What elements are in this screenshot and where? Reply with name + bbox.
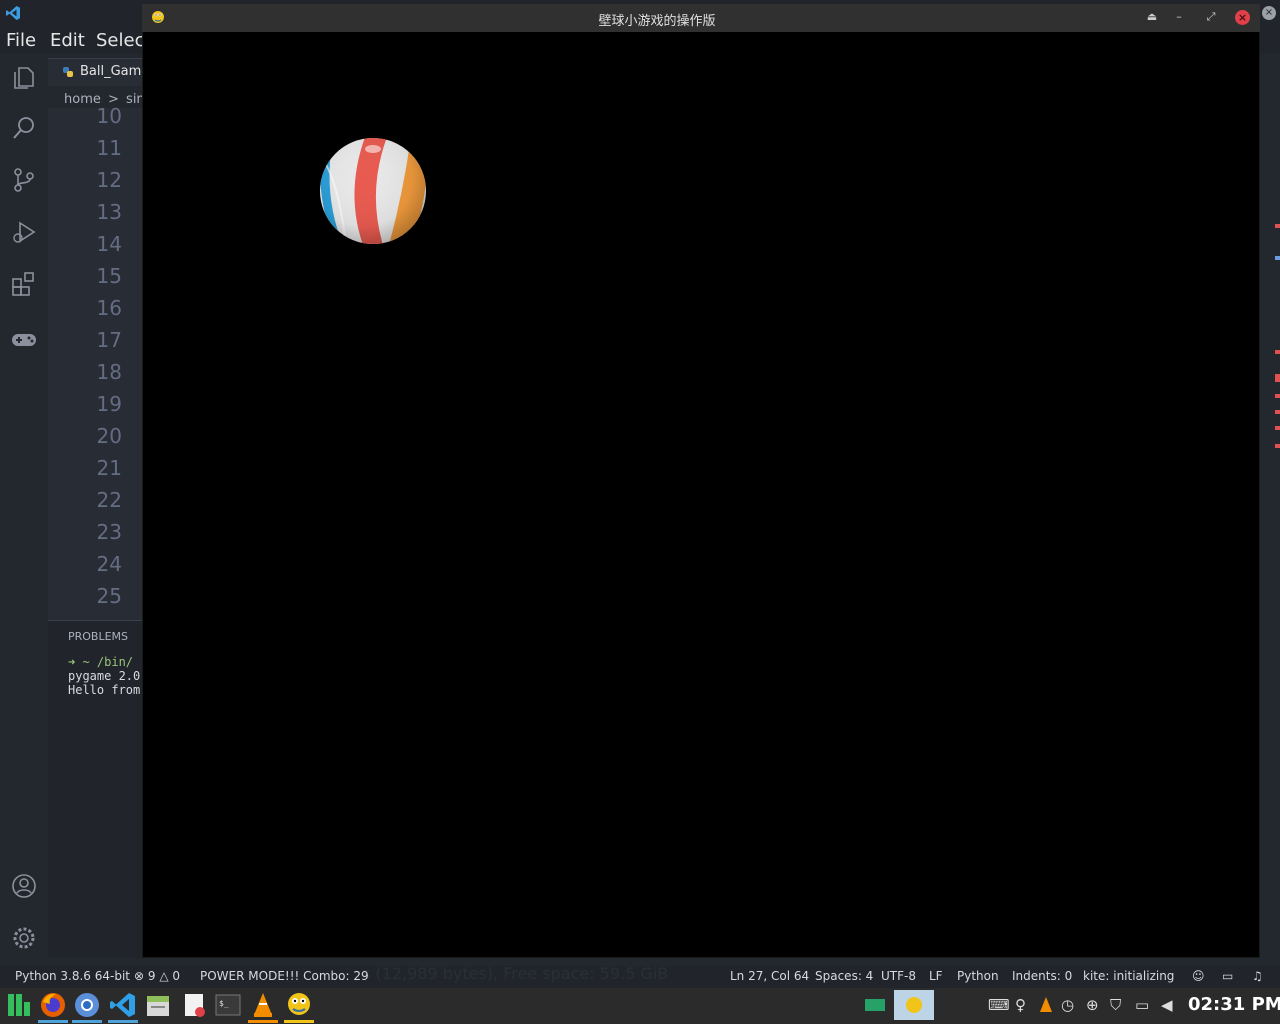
firefox-active-indicator [38, 1020, 68, 1023]
lightbulb-icon[interactable]: ♀ [1015, 996, 1033, 1014]
account-icon[interactable] [10, 872, 38, 900]
line-number: 13 [96, 200, 122, 224]
shade-icon[interactable]: ⏏ [1144, 9, 1160, 25]
python-file-icon [63, 67, 73, 77]
status-language-mode[interactable]: Python [957, 969, 999, 983]
line-number: 21 [96, 456, 122, 480]
status-kite[interactable]: kite: initializing [1083, 969, 1174, 983]
file-manager-icon[interactable] [143, 990, 173, 1020]
line-number: 12 [96, 168, 122, 192]
terminal-line: Hello from [68, 683, 141, 697]
line-number: 11 [96, 136, 122, 160]
volume-icon[interactable]: ◀ [1161, 996, 1179, 1014]
window-title: 壁球小游戏的操作版 [598, 14, 716, 29]
minimize-icon[interactable]: – [1171, 9, 1187, 25]
editor-tab-label: Ball_Game [80, 64, 150, 79]
line-number: 20 [96, 424, 122, 448]
line-number: 25 [96, 584, 122, 608]
pygame-active-indicator [284, 1020, 314, 1023]
timer-icon[interactable]: ◷ [1061, 996, 1079, 1014]
line-number: 16 [96, 296, 122, 320]
line-number: 19 [96, 392, 122, 416]
text-editor-icon[interactable] [179, 990, 209, 1020]
line-number: 10 [96, 104, 122, 128]
vscode-active-indicator [108, 1020, 138, 1023]
chromium-icon[interactable] [72, 990, 102, 1020]
terminal-icon[interactable]: $_ [213, 990, 243, 1020]
keyboard-icon[interactable]: ⌨ [988, 996, 1010, 1014]
pygame-icon[interactable] [284, 990, 314, 1020]
clock[interactable]: 02:31 PM [1188, 994, 1280, 1015]
network-icon[interactable]: ▭ [1135, 996, 1153, 1014]
beach-ball [320, 138, 426, 244]
line-number: 15 [96, 264, 122, 288]
line-number: 23 [96, 520, 122, 544]
status-python-interpreter[interactable]: Python 3.8.6 64-bit [15, 969, 130, 983]
vscode-close-icon[interactable]: × [1262, 6, 1276, 20]
status-problems[interactable]: ⊗ 9 △ 0 [134, 969, 180, 983]
chromium-active-indicator [72, 1020, 102, 1023]
status-power-mode: POWER MODE!!! Combo: 29 [200, 969, 369, 983]
status-eol[interactable]: LF [929, 969, 943, 983]
svg-text:$_: $_ [219, 999, 229, 1008]
error-icon: ⊗ [134, 969, 145, 983]
vscode-icon[interactable] [108, 990, 138, 1020]
terminal-line: pygame 2.0 [68, 669, 141, 683]
overview-ruler[interactable] [1260, 28, 1280, 958]
status-warning-count: 0 [172, 969, 181, 983]
window-preview-icon[interactable] [894, 990, 934, 1020]
vlc-active-indicator [248, 1020, 278, 1023]
warning-icon: △ [159, 969, 169, 983]
status-indentation[interactable]: Spaces: 4 [815, 969, 873, 983]
line-number: 22 [96, 488, 122, 512]
workspace-switcher-icon[interactable] [864, 996, 886, 1014]
line-number: 18 [96, 360, 122, 384]
shield-icon[interactable]: ⛉ [1110, 996, 1128, 1014]
panel-tab-problems[interactable]: PROBLEMS [68, 630, 128, 643]
close-icon[interactable]: × [1235, 10, 1250, 25]
vscode-logo-icon [6, 6, 20, 20]
status-encoding[interactable]: UTF-8 [881, 969, 916, 983]
vlc-icon[interactable] [248, 990, 278, 1020]
menu-selection[interactable]: Selec [96, 30, 144, 51]
menu-edit[interactable]: Edit [50, 30, 85, 51]
vlc-tray-icon[interactable] [1037, 996, 1055, 1014]
update-icon[interactable]: ⊕ [1086, 996, 1104, 1014]
line-number: 24 [96, 552, 122, 576]
status-ghost-text: s (12,989 bytes), Free space: 59.5 GiB [362, 964, 669, 983]
settings-gear-icon[interactable] [10, 924, 38, 952]
status-error-count: 9 [147, 969, 156, 983]
feedback-icon[interactable]: ☺ [1192, 969, 1205, 983]
firefox-icon[interactable] [38, 990, 68, 1020]
line-number: 14 [96, 232, 122, 256]
game-canvas[interactable] [143, 32, 1259, 957]
menu-file[interactable]: File [6, 30, 36, 51]
status-cursor-position[interactable]: Ln 27, Col 64 [730, 969, 809, 983]
file-sync-icon[interactable]: ▭ [1222, 969, 1233, 983]
maximize-icon[interactable]: ⤢ [1203, 9, 1219, 25]
status-indents[interactable]: Indents: 0 [1012, 969, 1072, 983]
manjaro-menu-icon[interactable] [4, 990, 34, 1020]
terminal-line: ➜ ~ /bin/ [68, 655, 134, 669]
notifications-bell-icon[interactable]: ♫ [1252, 969, 1263, 983]
line-number: 17 [96, 328, 122, 352]
